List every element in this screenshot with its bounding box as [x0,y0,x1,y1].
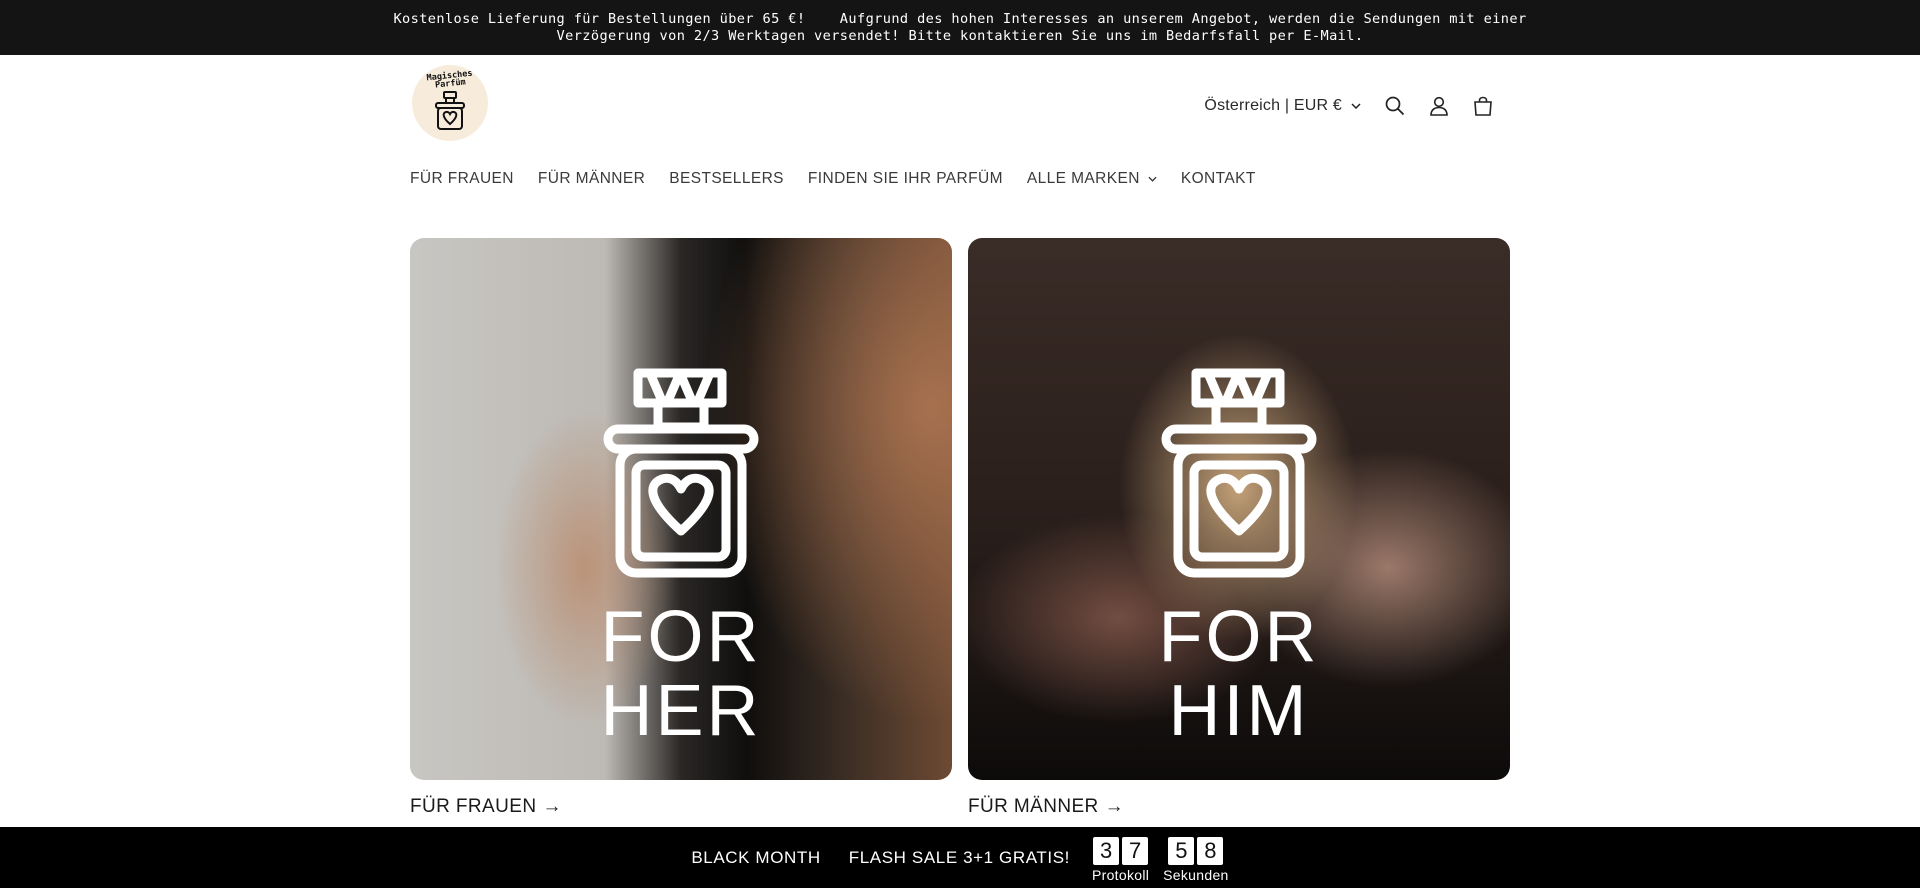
countdown-digit: 7 [1122,836,1149,865]
nav-item-label: ALLE MARKEN [1026,170,1140,187]
nav-item-label: BESTSELLERS [669,170,784,187]
nav-item-fuer-maenner[interactable]: FÜR MÄNNER [538,170,645,188]
header-tools: Österreich | EUR € [1204,85,1505,127]
collection-card-fuer-maenner[interactable]: FOR HIM FÜR MÄNNER → [968,238,1510,818]
countdown-digit: 8 [1197,836,1224,865]
countdown-label: Protokoll [1091,866,1150,883]
arrow-right-icon: → [542,796,562,817]
chevron-down-icon [1351,103,1361,109]
collection-title: FÜR MÄNNER [968,796,1099,817]
collection-card-fuer-frauen[interactable]: FOR HER FÜR FRAUEN → [410,238,952,818]
chevron-down-icon [1148,176,1157,182]
collection-image-him[interactable]: FOR HIM [968,238,1510,780]
nav-item-label: FÜR FRAUEN [410,170,514,187]
nav-item-alle-marken[interactable]: ALLE MARKEN [1027,170,1157,188]
countdown-label: Sekunden [1163,866,1229,883]
arrow-right-icon: → [1104,796,1125,817]
nav-item-label: FÜR MÄNNER [537,170,646,187]
nav-item-label: KONTAKT [1180,170,1256,187]
logo-text: Magisches Parfüm [426,68,474,91]
flash-sale-label-offer: FLASH SALE 3+1 GRATIS! [848,847,1070,867]
collection-image-label-line2: HIM [1168,671,1310,751]
nav-item-kontakt[interactable]: KONTAKT [1181,170,1256,188]
nav-item-finden-sie-ihr-parfuem[interactable]: FINDEN SIE IHR PARFÜM [808,170,1003,188]
nav-item-bestsellers[interactable]: BESTSELLERS [669,170,784,188]
countdown-digit: 3 [1093,836,1120,865]
country-selector-label: Österreich | EUR € [1204,97,1342,114]
countdown-minutes: 3 7 Protokoll [1092,833,1149,883]
collection-list: FOR HER FÜR FRAUEN → FOR HIM FÜR MÄNNER … [410,238,1510,828]
collection-image-label-line2: HER [600,671,762,751]
collection-image-her[interactable]: FOR HER [410,238,952,780]
announcement-text: Kostenlose Lieferung für Bestellungen üb… [393,10,1536,44]
account-icon [1430,96,1448,116]
collection-link-fuer-frauen[interactable]: FÜR FRAUEN → [410,796,562,818]
search-icon [1385,96,1405,116]
countdown-seconds: 5 8 Sekunden [1163,833,1228,883]
perfume-bottle-icon [603,368,759,578]
perfume-bottle-icon [435,91,465,130]
perfume-bottle-icon [1161,368,1317,578]
account-button[interactable] [1417,85,1461,127]
search-button[interactable] [1373,85,1417,127]
country-selector[interactable]: Österreich | EUR € [1204,97,1361,115]
countdown-digits: 5 8 [1168,836,1224,865]
cart-button[interactable] [1461,85,1505,127]
main-navigation: FÜR FRAUEN FÜR MÄNNER BESTSELLERS FINDEN… [410,170,1280,188]
cart-icon [1474,96,1492,116]
countdown-digit: 5 [1168,836,1195,865]
collection-image-label-line1: FOR [600,597,762,677]
nav-item-label: FINDEN SIE IHR PARFÜM [807,170,1003,187]
site-header: Magisches Parfüm Österreich | EUR € FÜR … [0,55,1920,235]
countdown-digits: 3 7 [1093,836,1149,865]
collection-image-label-line1: FOR [1158,597,1320,677]
collection-link-fuer-maenner[interactable]: FÜR MÄNNER → [968,796,1124,818]
nav-item-fuer-frauen[interactable]: FÜR FRAUEN [410,170,514,188]
collection-title: FÜR FRAUEN [410,796,537,817]
logo[interactable]: Magisches Parfüm [412,65,488,141]
announcement-bar: Kostenlose Lieferung für Bestellungen üb… [0,0,1920,55]
flash-sale-bar: BLACK MONTH FLASH SALE 3+1 GRATIS! 3 7 P… [0,827,1920,888]
flash-sale-label-black-month: BLACK MONTH [691,847,821,867]
